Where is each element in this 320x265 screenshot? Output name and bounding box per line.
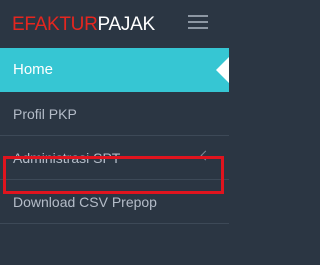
active-indicator-arrow-icon: [216, 57, 229, 83]
sidebar-item-home[interactable]: Home: [0, 48, 229, 92]
sidebar-item-label: Administrasi SPT: [13, 150, 121, 166]
sidebar-item-label: Download CSV Prepop: [13, 194, 157, 210]
brand-logo-part2: PAJAK: [97, 14, 156, 35]
sidebar-item-download-csv-prepop[interactable]: Download CSV Prepop: [0, 180, 229, 224]
sidebar-item-label: Profil PKP: [13, 106, 77, 122]
brand-logo-part1: EFAKTUR: [12, 14, 98, 35]
hamburger-line: [188, 21, 208, 23]
brand-logo[interactable]: EFAKTURPAJAK: [12, 14, 155, 36]
hamburger-line: [188, 27, 208, 29]
hamburger-line: [188, 15, 208, 17]
sidebar-item-administrasi-spt[interactable]: Administrasi SPT: [0, 136, 229, 180]
sidebar-item-label: Home: [13, 61, 54, 78]
sidebar-menu: Home Profil PKP Administrasi SPT Downloa…: [0, 48, 229, 224]
sidebar-item-profil-pkp[interactable]: Profil PKP: [0, 92, 229, 136]
chevron-left-icon: [200, 150, 211, 161]
sidebar-header: EFAKTURPAJAK: [0, 0, 229, 48]
hamburger-menu-icon[interactable]: [188, 15, 208, 29]
